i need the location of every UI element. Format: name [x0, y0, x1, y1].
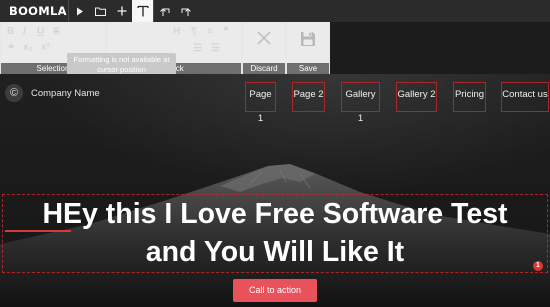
close-icon — [243, 31, 285, 45]
boomla-logo: BOOMLA — [9, 4, 67, 18]
nav-link-page-2[interactable]: Page 2 — [292, 82, 325, 112]
nav-link-pricing[interactable]: Pricing — [453, 82, 486, 112]
company-name: Company Name — [31, 87, 100, 99]
save-label: Save — [287, 63, 329, 74]
hero-heading-line-1[interactable]: HEy this I Love Free Software Test — [0, 198, 550, 231]
floppy-disk-icon — [287, 31, 329, 47]
play-icon[interactable] — [69, 0, 90, 22]
italic-icon: I — [23, 26, 26, 37]
nav-link-gallery-2[interactable]: Gallery 2 — [396, 82, 437, 112]
hero-heading-line-2[interactable]: and You Will Like It — [0, 236, 550, 269]
text-cursor-underline — [5, 230, 71, 232]
website-preview: © Company Name Page 1 Page 2 Gallery 1 G… — [0, 74, 550, 307]
plus-icon[interactable] — [111, 0, 132, 22]
save-button[interactable]: Save — [287, 22, 329, 74]
discard-label: Discard — [243, 63, 285, 74]
strikethrough-icon: S — [53, 26, 60, 37]
copyright-logo-icon: © — [5, 84, 23, 102]
discard-button[interactable]: Discard — [243, 22, 285, 74]
nav-link-gallery-1[interactable]: Gallery 1 — [341, 82, 380, 124]
error-badge[interactable]: 1 — [533, 261, 543, 271]
nav-link-page-1[interactable]: Page 1 — [245, 82, 276, 124]
subscript-icon: x₂ — [23, 42, 34, 53]
company-brand[interactable]: © Company Name — [5, 84, 100, 102]
undo-icon[interactable] — [154, 0, 175, 22]
underline-icon: U — [37, 26, 45, 37]
align-left-icon: ☰ — [193, 43, 202, 54]
paragraph-icon: ¶ — [191, 26, 197, 37]
editor-toolbar: BOOMLA — [0, 0, 550, 22]
call-to-action-button[interactable]: Call to action — [233, 279, 317, 302]
redo-icon[interactable] — [175, 0, 196, 22]
align-center-icon: ☰ — [211, 43, 220, 54]
link-icon: ⚭ — [7, 42, 16, 53]
quote-icon: ❝ — [223, 26, 229, 37]
heading-icon: H — [173, 26, 181, 37]
text-icon[interactable] — [132, 0, 153, 22]
bold-icon: B — [7, 26, 15, 37]
nav-link-contact-us[interactable]: Contact us — [501, 82, 549, 112]
list-icon: ≡ — [207, 26, 213, 37]
superscript-icon: x² — [41, 42, 50, 53]
format-panel: B I U S ⚭ x₂ x² Selection H ¶ ≡ ❝ ☰ ☰ Bl… — [0, 22, 330, 78]
folder-icon[interactable] — [90, 0, 111, 22]
